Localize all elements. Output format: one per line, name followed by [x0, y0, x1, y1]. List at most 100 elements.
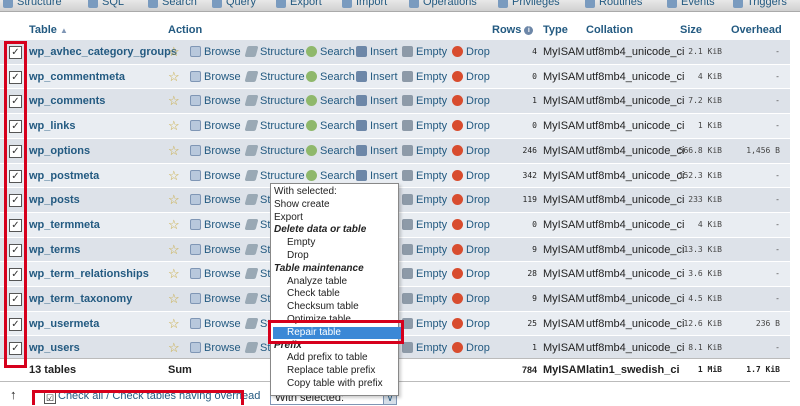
action-empty[interactable]: Empty	[402, 89, 447, 113]
action-browse[interactable]: Browse	[190, 114, 241, 138]
action-insert[interactable]: Insert	[356, 89, 398, 113]
action-empty[interactable]: Empty	[402, 238, 447, 262]
tab-query[interactable]: Query	[212, 0, 256, 10]
action-browse[interactable]: Browse	[190, 139, 241, 163]
favorite-star-icon[interactable]: ☆	[168, 65, 180, 89]
menu-item-export[interactable]: Export	[274, 212, 303, 224]
favorite-star-icon[interactable]: ☆	[168, 164, 180, 188]
menu-item-empty[interactable]: Empty	[287, 237, 315, 249]
table-name-link[interactable]: wp_links	[29, 114, 75, 138]
action-insert[interactable]: Insert	[356, 65, 398, 89]
menu-item-drop[interactable]: Drop	[287, 250, 309, 262]
favorite-star-icon[interactable]: ☆	[168, 262, 180, 286]
action-drop[interactable]: Drop	[452, 287, 490, 311]
tab-operations[interactable]: Operations	[409, 0, 477, 10]
action-drop[interactable]: Drop	[452, 238, 490, 262]
action-browse[interactable]: Browse	[190, 213, 241, 237]
table-name-link[interactable]: wp_options	[29, 139, 90, 163]
action-structure[interactable]: Structure	[244, 65, 305, 89]
menu-item-show-create[interactable]: Show create	[274, 199, 330, 211]
action-browse[interactable]: Browse	[190, 262, 241, 286]
favorite-star-icon[interactable]: ☆	[168, 312, 180, 336]
tab-events[interactable]: Events	[667, 0, 715, 10]
favorite-star-icon[interactable]: ☆	[168, 139, 180, 163]
action-insert[interactable]: Insert	[356, 139, 398, 163]
action-empty[interactable]: Empty	[402, 139, 447, 163]
action-empty[interactable]: Empty	[402, 287, 447, 311]
menu-item-analyze-table[interactable]: Analyze table	[287, 276, 347, 288]
table-name-link[interactable]: wp_termmeta	[29, 213, 100, 237]
tab-triggers[interactable]: Triggers	[733, 0, 787, 10]
header-type[interactable]: Type	[543, 22, 583, 39]
table-name-link[interactable]: wp_postmeta	[29, 164, 99, 188]
tab-structure[interactable]: Structure	[3, 0, 62, 10]
table-name-link[interactable]: wp_posts	[29, 188, 80, 212]
action-search[interactable]: Search	[306, 89, 355, 113]
table-name-link[interactable]: wp_comments	[29, 89, 105, 113]
favorite-star-icon[interactable]: ☆	[168, 188, 180, 212]
tab-sql[interactable]: SQL	[88, 0, 124, 10]
favorite-star-icon[interactable]: ☆	[168, 213, 180, 237]
action-empty[interactable]: Empty	[402, 40, 447, 64]
header-overhead[interactable]: Overhead	[731, 22, 786, 39]
favorite-star-icon[interactable]: ☆	[168, 89, 180, 113]
action-browse[interactable]: Browse	[190, 164, 241, 188]
table-name-link[interactable]: wp_users	[29, 336, 80, 360]
action-empty[interactable]: Empty	[402, 164, 447, 188]
tab-export[interactable]: Export	[276, 0, 322, 10]
header-size[interactable]: Size	[680, 22, 720, 39]
menu-item-with-selected[interactable]: With selected:	[274, 186, 337, 198]
menu-item-replace-table-prefix[interactable]: Replace table prefix	[287, 365, 375, 377]
menu-item-copy-table-with-prefix[interactable]: Copy table with prefix	[287, 378, 383, 390]
table-name-link[interactable]: wp_usermeta	[29, 312, 99, 336]
action-empty[interactable]: Empty	[402, 336, 447, 360]
action-empty[interactable]: Empty	[402, 188, 447, 212]
header-table[interactable]: Table ▲	[29, 22, 149, 39]
menu-item-add-prefix-to-table[interactable]: Add prefix to table	[287, 352, 368, 364]
action-insert[interactable]: Insert	[356, 114, 398, 138]
action-drop[interactable]: Drop	[452, 40, 490, 64]
tab-import[interactable]: Import	[342, 0, 387, 10]
action-drop[interactable]: Drop	[452, 336, 490, 360]
favorite-star-icon[interactable]: ☆	[168, 336, 180, 360]
action-browse[interactable]: Browse	[190, 188, 241, 212]
favorite-star-icon[interactable]: ☆	[168, 238, 180, 262]
action-browse[interactable]: Browse	[190, 287, 241, 311]
action-browse[interactable]: Browse	[190, 238, 241, 262]
header-rows[interactable]: Rows i	[492, 22, 537, 39]
action-drop[interactable]: Drop	[452, 65, 490, 89]
table-name-link[interactable]: wp_term_taxonomy	[29, 287, 132, 311]
action-empty[interactable]: Empty	[402, 65, 447, 89]
menu-item-checksum-table[interactable]: Checksum table	[287, 301, 359, 313]
action-drop[interactable]: Drop	[452, 164, 490, 188]
table-name-link[interactable]: wp_terms	[29, 238, 80, 262]
table-name-link[interactable]: wp_avhec_category_groups	[29, 40, 177, 64]
action-structure[interactable]: Structure	[244, 114, 305, 138]
action-browse[interactable]: Browse	[190, 336, 241, 360]
table-name-link[interactable]: wp_commentmeta	[29, 65, 125, 89]
action-drop[interactable]: Drop	[452, 188, 490, 212]
action-browse[interactable]: Browse	[190, 40, 241, 64]
action-drop[interactable]: Drop	[452, 312, 490, 336]
menu-item-check-table[interactable]: Check table	[287, 288, 340, 300]
action-drop[interactable]: Drop	[452, 262, 490, 286]
table-name-link[interactable]: wp_term_relationships	[29, 262, 149, 286]
action-empty[interactable]: Empty	[402, 114, 447, 138]
action-search[interactable]: Search	[306, 40, 355, 64]
action-search[interactable]: Search	[306, 114, 355, 138]
action-drop[interactable]: Drop	[452, 139, 490, 163]
header-collation[interactable]: Collation	[586, 22, 666, 39]
action-search[interactable]: Search	[306, 139, 355, 163]
action-drop[interactable]: Drop	[452, 114, 490, 138]
action-empty[interactable]: Empty	[402, 262, 447, 286]
action-drop[interactable]: Drop	[452, 89, 490, 113]
action-browse[interactable]: Browse	[190, 65, 241, 89]
tab-routines[interactable]: Routines	[585, 0, 642, 10]
action-drop[interactable]: Drop	[452, 213, 490, 237]
action-empty[interactable]: Empty	[402, 312, 447, 336]
action-insert[interactable]: Insert	[356, 40, 398, 64]
action-search[interactable]: Search	[306, 65, 355, 89]
action-structure[interactable]: Structure	[244, 40, 305, 64]
action-structure[interactable]: Structure	[244, 89, 305, 113]
action-browse[interactable]: Browse	[190, 312, 241, 336]
